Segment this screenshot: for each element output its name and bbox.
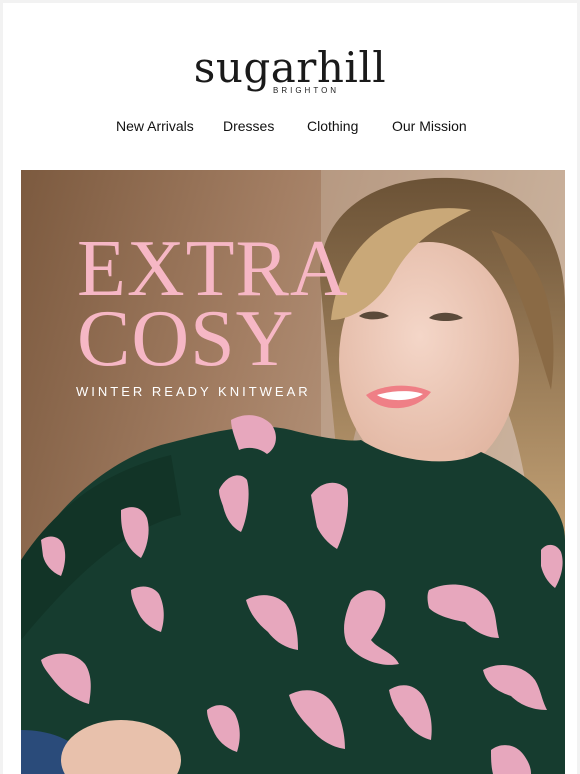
hero-tagline: WINTER READY KNITWEAR <box>76 384 311 399</box>
brand-name: sugarhill <box>193 43 387 92</box>
nav-dresses[interactable]: Dresses <box>223 118 274 134</box>
nav-clothing[interactable]: Clothing <box>307 118 358 134</box>
brand-logo[interactable]: sugarhill <box>0 44 580 92</box>
brand-location: BRIGHTON <box>273 86 340 95</box>
nav-new-arrivals[interactable]: New Arrivals <box>116 118 194 134</box>
nav-our-mission[interactable]: Our Mission <box>392 118 467 134</box>
hero-headline-line-1: EXTRA <box>77 225 349 313</box>
main-nav: New Arrivals Dresses Clothing Our Missio… <box>0 118 580 138</box>
hero-headline-line-2: COSY <box>77 295 295 383</box>
hero-headline: EXTRA COSY <box>77 225 349 383</box>
hero-banner[interactable]: EXTRA COSY WINTER READY KNITWEAR <box>21 170 565 774</box>
